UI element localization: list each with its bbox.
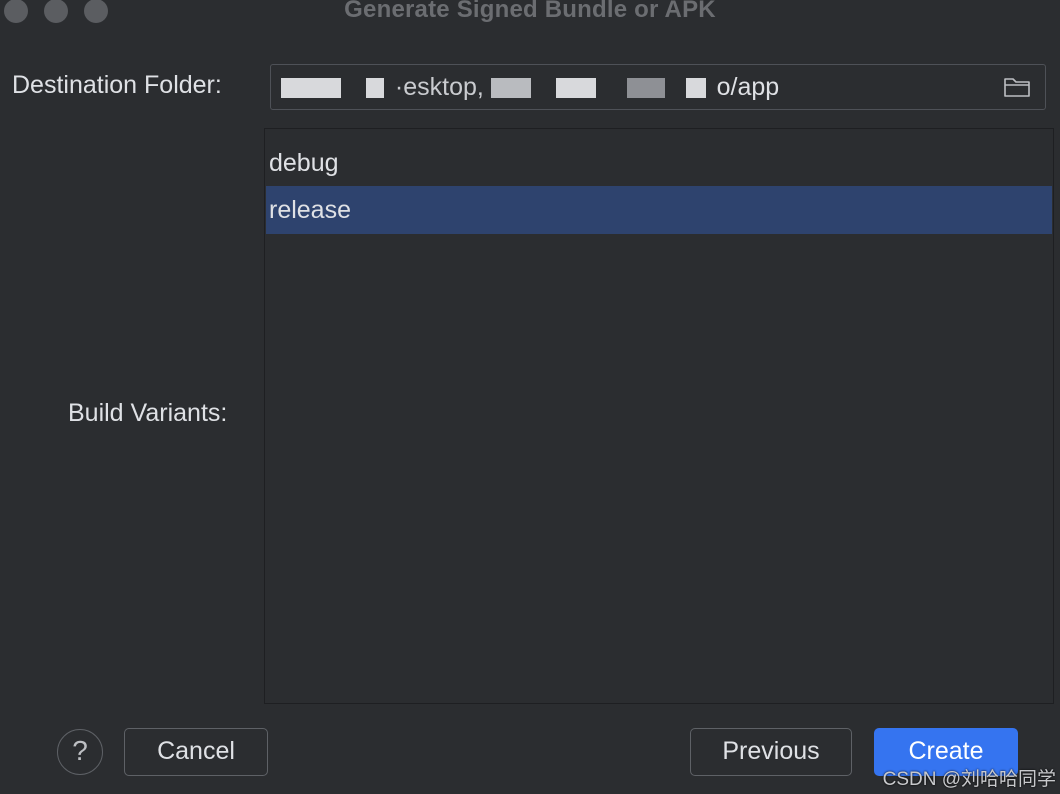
redacted-text xyxy=(490,78,531,99)
destination-path-suffix: o/app xyxy=(716,73,780,101)
destination-folder-label: Destination Folder: xyxy=(12,71,222,99)
previous-button[interactable]: Previous xyxy=(690,728,852,776)
redacted-text xyxy=(555,78,596,99)
redacted-text xyxy=(365,78,384,99)
destination-folder-field[interactable]: ·esktop, o/app xyxy=(270,64,1046,110)
window-title: Generate Signed Bundle or APK xyxy=(344,0,716,23)
cancel-button[interactable]: Cancel xyxy=(124,728,268,776)
title-bar: Generate Signed Bundle or APK xyxy=(0,0,1060,28)
variant-item-release[interactable]: release xyxy=(266,186,1052,234)
redacted-text xyxy=(685,78,706,99)
redacted-text xyxy=(626,78,665,99)
folder-icon[interactable] xyxy=(1003,75,1031,99)
build-variants-list[interactable]: debug release xyxy=(264,128,1054,704)
variant-item-debug[interactable]: debug xyxy=(266,139,1052,187)
redacted-text xyxy=(281,78,341,99)
build-variants-label: Build Variants: xyxy=(68,399,228,427)
help-button[interactable]: ? xyxy=(57,729,103,775)
destination-path-partial: ·esktop, xyxy=(394,73,484,101)
destination-folder-value: ·esktop, o/app xyxy=(281,73,779,102)
dialog-window: Generate Signed Bundle or APK Destinatio… xyxy=(0,0,1060,794)
watermark: CSDN @刘哈哈同学 xyxy=(882,769,1056,790)
